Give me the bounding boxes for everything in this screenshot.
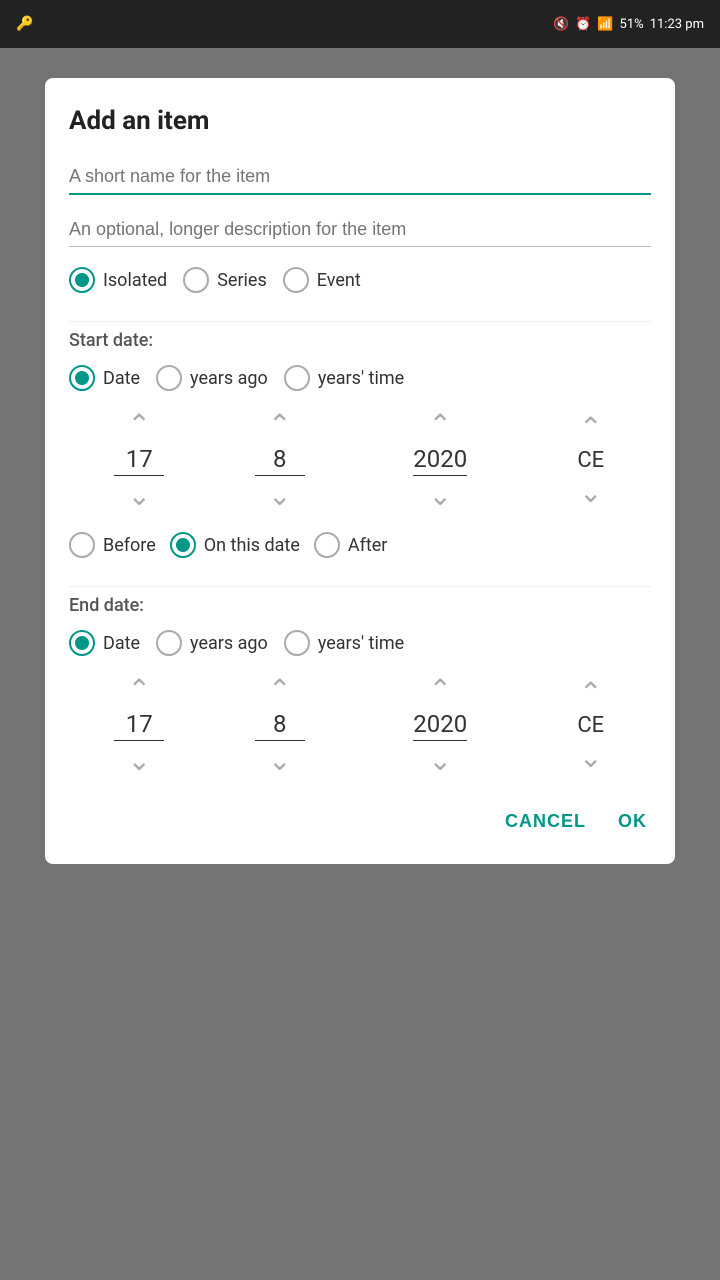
end-month-down[interactable]: ⌄: [268, 747, 291, 775]
dialog-footer: CANCEL OK: [69, 783, 651, 864]
start-radio-date-circle[interactable]: [69, 365, 95, 391]
start-month-column: ⌃ 8 ⌄: [240, 411, 320, 510]
start-era-column: ⌃ CE ⌄: [561, 414, 621, 507]
dialog-overlay: Add an item Isolated Series Event Start …: [0, 48, 720, 1280]
start-era-up[interactable]: ⌃: [579, 414, 602, 442]
start-on-this-date[interactable]: On this date: [170, 532, 300, 558]
start-date-picker: ⌃ 17 ⌄ ⌃ 8 ⌄ ⌃ 2020 ⌄ ⌃ CE ⌄: [69, 411, 651, 510]
start-before[interactable]: Before: [69, 532, 156, 558]
start-year-down[interactable]: ⌄: [429, 482, 452, 510]
start-radio-years-time-circle[interactable]: [284, 365, 310, 391]
end-era-up[interactable]: ⌃: [579, 679, 602, 707]
start-radio-date[interactable]: Date: [69, 365, 140, 391]
start-before-circle[interactable]: [69, 532, 95, 558]
start-month-up[interactable]: ⌃: [268, 411, 291, 439]
divider-2: [69, 586, 651, 587]
end-date-label: End date:: [69, 595, 651, 616]
start-radio-date-label: Date: [103, 368, 140, 389]
start-day-down[interactable]: ⌄: [128, 482, 151, 510]
end-radio-years-time-circle[interactable]: [284, 630, 310, 656]
start-month-value: 8: [255, 445, 305, 476]
end-year-value: 2020: [413, 710, 467, 741]
end-radio-date-circle[interactable]: [69, 630, 95, 656]
end-radio-years-ago[interactable]: years ago: [156, 630, 268, 656]
radio-series-label: Series: [217, 270, 267, 291]
alarm-icon: ⏰: [575, 17, 591, 32]
start-era-value: CE: [577, 448, 604, 473]
start-radio-years-time[interactable]: years' time: [284, 365, 404, 391]
radio-isolated[interactable]: Isolated: [69, 267, 167, 293]
ok-button[interactable]: OK: [614, 803, 651, 840]
radio-event[interactable]: Event: [283, 267, 361, 293]
end-radio-years-time-label: years' time: [318, 633, 404, 654]
start-year-up[interactable]: ⌃: [429, 411, 452, 439]
mute-icon: 🔇: [553, 17, 569, 32]
key-icon: 🔑: [16, 16, 33, 32]
end-radio-years-ago-circle[interactable]: [156, 630, 182, 656]
end-month-up[interactable]: ⌃: [268, 676, 291, 704]
end-day-value: 17: [114, 710, 164, 741]
end-date-type-group: Date years ago years' time: [69, 630, 651, 656]
end-day-up[interactable]: ⌃: [128, 676, 151, 704]
item-type-group: Isolated Series Event: [69, 267, 651, 293]
start-year-value: 2020: [413, 445, 467, 476]
radio-isolated-circle[interactable]: [69, 267, 95, 293]
radio-series-circle[interactable]: [183, 267, 209, 293]
battery-text: 51%: [620, 17, 644, 32]
start-month-down[interactable]: ⌄: [268, 482, 291, 510]
radio-isolated-label: Isolated: [103, 270, 167, 291]
wifi-icon: 📶: [597, 17, 613, 32]
dialog-title: Add an item: [69, 106, 651, 136]
start-day-column: ⌃ 17 ⌄: [99, 411, 179, 510]
start-radio-years-ago[interactable]: years ago: [156, 365, 268, 391]
start-radio-years-ago-label: years ago: [190, 368, 268, 389]
end-year-column: ⌃ 2020 ⌄: [380, 676, 500, 775]
radio-event-label: Event: [317, 270, 361, 291]
start-on-this-date-circle[interactable]: [170, 532, 196, 558]
start-before-label: Before: [103, 535, 156, 556]
start-date-type-group: Date years ago years' time: [69, 365, 651, 391]
time-display: 11:23 pm: [650, 17, 704, 32]
end-year-down[interactable]: ⌄: [429, 747, 452, 775]
end-date-picker: ⌃ 17 ⌄ ⌃ 8 ⌄ ⌃ 2020 ⌄ ⌃ CE ⌄: [69, 676, 651, 775]
end-era-column: ⌃ CE ⌄: [561, 679, 621, 772]
item-description-input[interactable]: [69, 213, 651, 247]
divider-1: [69, 321, 651, 322]
cancel-button[interactable]: CANCEL: [501, 803, 590, 840]
item-name-input[interactable]: [69, 160, 651, 195]
radio-series[interactable]: Series: [183, 267, 267, 293]
end-era-value: CE: [577, 713, 604, 738]
end-month-value: 8: [255, 710, 305, 741]
end-day-down[interactable]: ⌄: [128, 747, 151, 775]
start-day-value: 17: [114, 445, 164, 476]
radio-event-circle[interactable]: [283, 267, 309, 293]
start-after-label: After: [348, 535, 388, 556]
start-year-column: ⌃ 2020 ⌄: [380, 411, 500, 510]
end-month-column: ⌃ 8 ⌄: [240, 676, 320, 775]
start-day-up[interactable]: ⌃: [128, 411, 151, 439]
add-item-dialog: Add an item Isolated Series Event Start …: [45, 78, 675, 864]
end-radio-date[interactable]: Date: [69, 630, 140, 656]
end-day-column: ⌃ 17 ⌄: [99, 676, 179, 775]
start-after[interactable]: After: [314, 532, 388, 558]
end-radio-date-label: Date: [103, 633, 140, 654]
start-radio-years-ago-circle[interactable]: [156, 365, 182, 391]
end-radio-years-ago-label: years ago: [190, 633, 268, 654]
start-radio-years-time-label: years' time: [318, 368, 404, 389]
start-era-down[interactable]: ⌄: [579, 479, 602, 507]
start-date-label: Start date:: [69, 330, 651, 351]
start-on-this-date-label: On this date: [204, 535, 300, 556]
start-precision-group: Before On this date After: [69, 532, 651, 558]
end-era-down[interactable]: ⌄: [579, 744, 602, 772]
end-year-up[interactable]: ⌃: [429, 676, 452, 704]
status-bar: 🔑 🔇 ⏰ 📶 51% 11:23 pm: [0, 0, 720, 48]
end-radio-years-time[interactable]: years' time: [284, 630, 404, 656]
start-after-circle[interactable]: [314, 532, 340, 558]
